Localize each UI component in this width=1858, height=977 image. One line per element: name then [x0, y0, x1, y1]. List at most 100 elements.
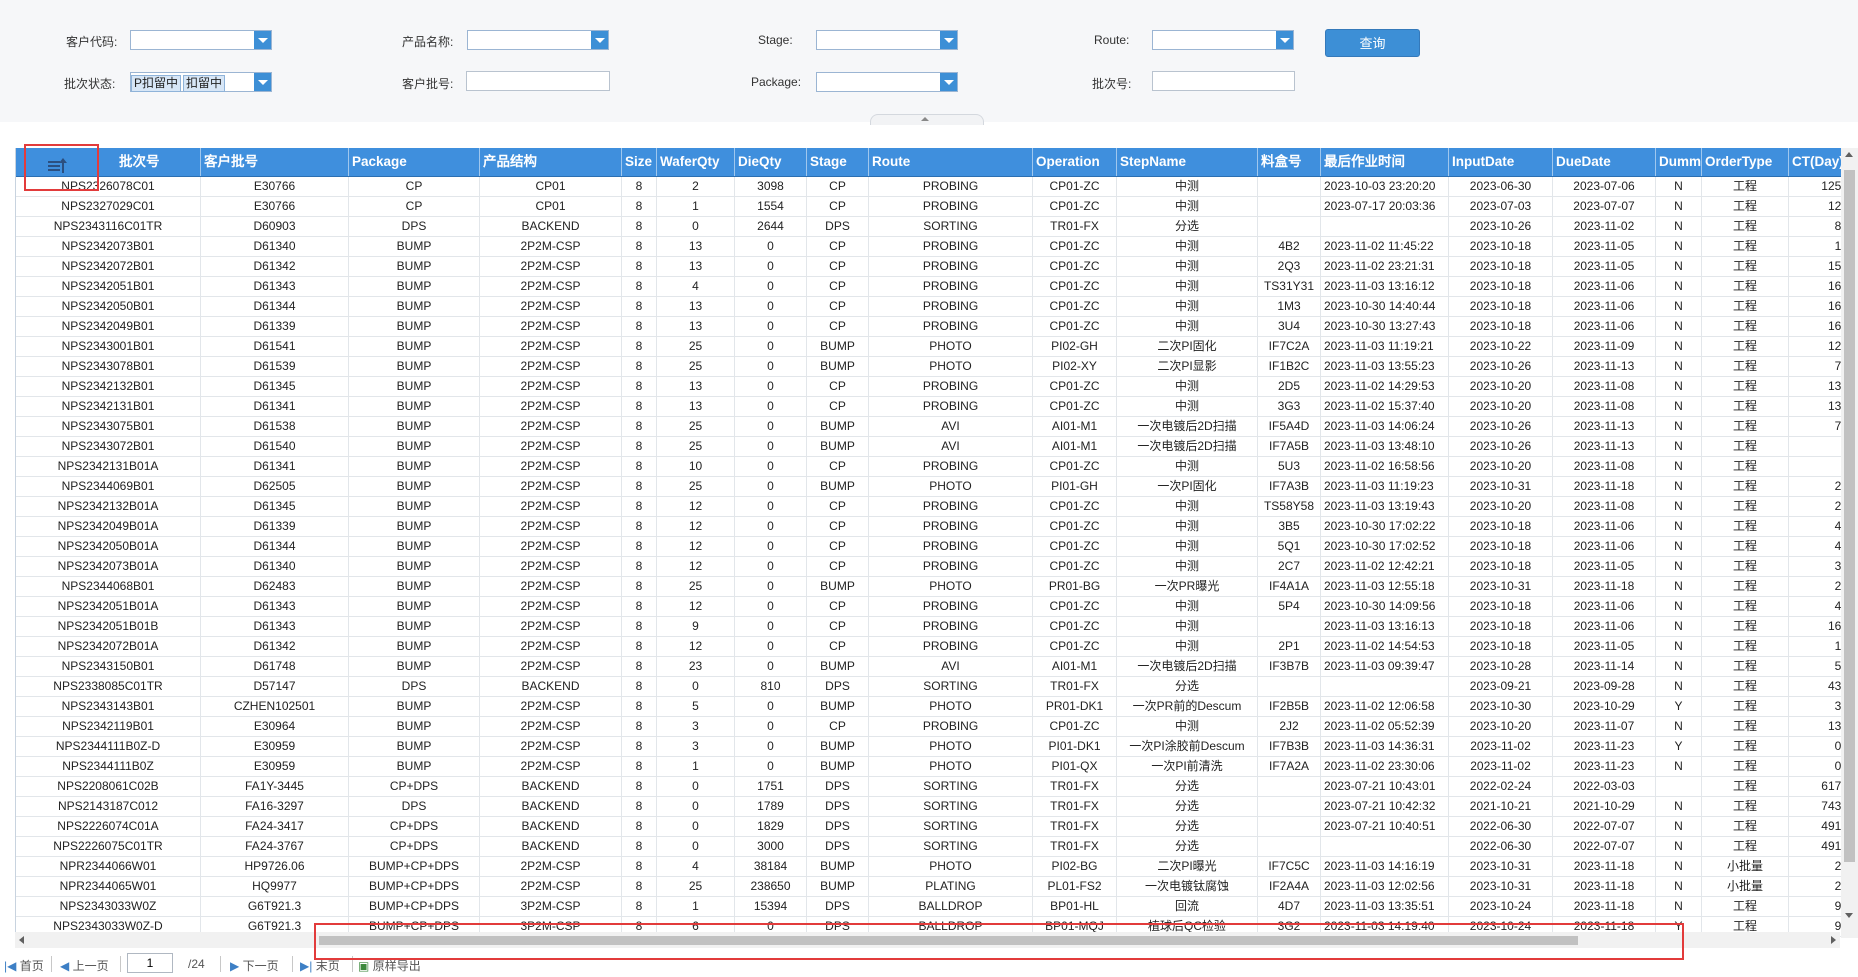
cell-wafer-qty: 1	[657, 757, 735, 776]
column-header-due-date[interactable]: DueDate	[1553, 148, 1656, 176]
table-row[interactable]: NPS2342051B01B D61343 BUMP 2P2M-CSP 8 9 0 CP PRO…	[16, 617, 1841, 637]
cell-input-date: 2022-06-30	[1449, 837, 1553, 856]
cell-step-name: 中测	[1117, 277, 1258, 296]
scroll-up-icon[interactable]	[1845, 152, 1853, 157]
table-row[interactable]: NPS2208061C02B FA1Y-3445 CP+DPS BACKEND 8 0 17…	[16, 777, 1841, 797]
cell-lot-no: NPS2342131B01A	[16, 457, 201, 476]
column-header-ct-day[interactable]: CT(Day)	[1789, 148, 1841, 176]
scroll-down-icon[interactable]	[1845, 913, 1853, 918]
table-row[interactable]: NPS2344111B0Z-D E30959 BUMP 2P2M-CSP 8 3 0 BUMP…	[16, 737, 1841, 757]
route-combo[interactable]	[1152, 30, 1294, 50]
table-row[interactable]: NPS2343150B01 D61748 BUMP 2P2M-CSP 8 23 0 BUMP A…	[16, 657, 1841, 677]
chevron-down-icon[interactable]	[254, 31, 271, 49]
package-combo[interactable]	[816, 72, 958, 92]
cell-product-structure: BACKEND	[480, 777, 622, 796]
table-row[interactable]: NPS2342132B01 D61345 BUMP 2P2M-CSP 8 13 0 CP PRO…	[16, 377, 1841, 397]
table-row[interactable]: NPS2343116C01TR D60903 DPS BACKEND 8 0 2644 DPS…	[16, 217, 1841, 237]
column-header-customer-lot[interactable]: 客户批号	[201, 148, 349, 176]
cell-step-name: 分选	[1117, 777, 1258, 796]
chevron-down-icon[interactable]	[591, 31, 608, 49]
table-row[interactable]: NPS2343001B01 D61541 BUMP 2P2M-CSP 8 25 0 BUMP P…	[16, 337, 1841, 357]
status-chip-p-hold[interactable]: P扣留中	[131, 75, 182, 92]
table-row[interactable]: NPR2344065W01 HQ9977 BUMP+CP+DPS 2P2M-CSP 8 2…	[16, 877, 1841, 897]
customer-code-combo[interactable]	[130, 30, 272, 50]
chevron-down-icon[interactable]	[940, 73, 957, 91]
lot-no-input[interactable]	[1152, 71, 1295, 91]
column-header-box-no[interactable]: 料盒号	[1258, 148, 1321, 176]
column-header-die-qty[interactable]: DieQty	[735, 148, 807, 176]
cell-dummy: N	[1656, 637, 1702, 656]
cell-ct-day: 125.21	[1789, 177, 1841, 196]
column-header-package[interactable]: Package	[349, 148, 480, 176]
cell-package: BUMP	[349, 557, 480, 576]
column-header-input-date[interactable]: InputDate	[1449, 148, 1553, 176]
first-page-button[interactable]: |◀ 首页	[4, 957, 44, 974]
column-header-size[interactable]: Size	[622, 148, 657, 176]
table-row[interactable]: NPS2343033W0Z G6T921.3 BUMP+CP+DPS 3P2M-CSP…	[16, 897, 1841, 917]
page-number-input[interactable]	[127, 953, 173, 973]
vertical-scroll-thumb[interactable]	[1844, 170, 1855, 862]
export-icon: ▣	[358, 959, 370, 973]
cell-ct-day: 2.77	[1789, 877, 1841, 896]
cell-due-date: 2023-07-06	[1553, 177, 1656, 196]
cell-size: 8	[622, 217, 657, 236]
table-row[interactable]: NPS2342049B01A D61339 BUMP 2P2M-CSP 8 12 0 CP PR…	[16, 517, 1841, 537]
table-row[interactable]: NPS2226075C01TR FA24-3767 CP+DPS BACKEND 8 0 3…	[16, 837, 1841, 857]
table-row[interactable]: NPS2342131B01 D61341 BUMP 2P2M-CSP 8 13 0 CP PRO…	[16, 397, 1841, 417]
table-row[interactable]: NPS2143187C012 FA16-3297 DPS BACKEND 8 0 1789 D…	[16, 797, 1841, 817]
column-header-route[interactable]: Route	[869, 148, 1033, 176]
chevron-down-icon[interactable]	[940, 31, 957, 49]
cell-last-op-time: 2023-11-03 12:55:18	[1321, 577, 1449, 596]
cell-due-date: 2022-07-07	[1553, 837, 1656, 856]
table-row[interactable]: NPS2343072B01 D61540 BUMP 2P2M-CSP 8 25 0 BUMP A…	[16, 437, 1841, 457]
prev-page-button[interactable]: ◀ 上一页	[60, 957, 109, 974]
cell-size: 8	[622, 457, 657, 476]
table-row[interactable]: NPS2342119B01 E30964 BUMP 2P2M-CSP 8 3 0 CP PROB…	[16, 717, 1841, 737]
column-header-wafer-qty[interactable]: WaferQty	[657, 148, 735, 176]
collapse-panel-toggle[interactable]	[870, 114, 984, 125]
table-row[interactable]: NPS2343143B01 CZHEN102501 BUMP 2P2M-CSP 8 5 0 B…	[16, 697, 1841, 717]
column-header-last-op-time[interactable]: 最后作业时间	[1321, 148, 1449, 176]
scroll-right-icon[interactable]	[1831, 936, 1836, 944]
chevron-down-icon[interactable]	[1276, 31, 1293, 49]
table-row[interactable]: NPS2342050B01 D61344 BUMP 2P2M-CSP 8 13 0 CP PRO…	[16, 297, 1841, 317]
table-row[interactable]: NPS2342131B01A D61341 BUMP 2P2M-CSP 8 10 0 CP PR…	[16, 457, 1841, 477]
table-row[interactable]: NPS2326078C01 E30766 CP CP01 8 2 3098 CP PROBING…	[16, 177, 1841, 197]
scroll-left-icon[interactable]	[19, 936, 24, 944]
customer-lot-input[interactable]	[466, 71, 610, 91]
column-header-stage[interactable]: Stage	[807, 148, 869, 176]
column-header-step-name[interactable]: StepName	[1117, 148, 1258, 176]
table-row[interactable]: NPS2342073B01A D61340 BUMP 2P2M-CSP 8 12 0 CP PR…	[16, 557, 1841, 577]
column-header-product-structure[interactable]: 产品结构	[480, 148, 622, 176]
stage-combo[interactable]	[816, 30, 958, 50]
next-page-button[interactable]: ▶ 下一页	[230, 957, 279, 974]
table-row[interactable]: NPS2344068B01 D62483 BUMP 2P2M-CSP 8 25 0 BUMP P…	[16, 577, 1841, 597]
table-row[interactable]: NPS2343078B01 D61539 BUMP 2P2M-CSP 8 25 0 BUMP P…	[16, 357, 1841, 377]
chevron-down-icon[interactable]	[254, 73, 271, 91]
table-row[interactable]: NPS2226074C01A FA24-3417 CP+DPS BACKEND 8 0 18…	[16, 817, 1841, 837]
table-row[interactable]: NPS2344069B01 D62505 BUMP 2P2M-CSP 8 25 0 BUMP P…	[16, 477, 1841, 497]
column-header-order-type[interactable]: OrderType	[1702, 148, 1789, 176]
table-row[interactable]: NPS2327029C01 E30766 CP CP01 8 1 1554 CP PROBING…	[16, 197, 1841, 217]
table-row[interactable]: NPS2344111B0Z E30959 BUMP 2P2M-CSP 8 1 0 BUMP PH…	[16, 757, 1841, 777]
status-chip-hold[interactable]: 扣留中	[183, 75, 226, 92]
table-row[interactable]: NPS2338085C01TR D57147 DPS BACKEND 8 0 810 DPS S…	[16, 677, 1841, 697]
query-button[interactable]: 查询	[1325, 29, 1420, 57]
table-row[interactable]: NPS2342072B01 D61342 BUMP 2P2M-CSP 8 13 0 CP PRO…	[16, 257, 1841, 277]
table-row[interactable]: NPS2342073B01 D61340 BUMP 2P2M-CSP 8 13 0 CP PRO…	[16, 237, 1841, 257]
column-header-operation[interactable]: Operation	[1033, 148, 1117, 176]
table-row[interactable]: NPS2342050B01A D61344 BUMP 2P2M-CSP 8 12 0 CP PR…	[16, 537, 1841, 557]
cell-input-date: 2023-10-18	[1449, 277, 1553, 296]
vertical-scrollbar[interactable]	[1841, 148, 1858, 938]
table-row[interactable]: NPS2342072B01A D61342 BUMP 2P2M-CSP 8 12 0 CP PR…	[16, 637, 1841, 657]
table-row[interactable]: NPS2342051B01A D61343 BUMP 2P2M-CSP 8 12 0 CP PR…	[16, 597, 1841, 617]
product-name-combo[interactable]	[467, 30, 609, 50]
table-row[interactable]: NPS2342049B01 D61339 BUMP 2P2M-CSP 8 13 0 CP PRO…	[16, 317, 1841, 337]
column-header-dummy[interactable]: Dummy	[1656, 148, 1702, 176]
table-row[interactable]: NPR2344066W01 HP9726.06 BUMP+CP+DPS 2P2M-CS…	[16, 857, 1841, 877]
cell-box-no: TS31Y31	[1258, 277, 1321, 296]
lot-status-combo[interactable]: P扣留中 扣留中	[130, 72, 272, 92]
table-row[interactable]: NPS2343075B01 D61538 BUMP 2P2M-CSP 8 25 0 BUMP A…	[16, 417, 1841, 437]
table-row[interactable]: NPS2342132B01A D61345 BUMP 2P2M-CSP 8 12 0 CP PR…	[16, 497, 1841, 517]
table-row[interactable]: NPS2342051B01 D61343 BUMP 2P2M-CSP 8 4 0 CP PROB…	[16, 277, 1841, 297]
